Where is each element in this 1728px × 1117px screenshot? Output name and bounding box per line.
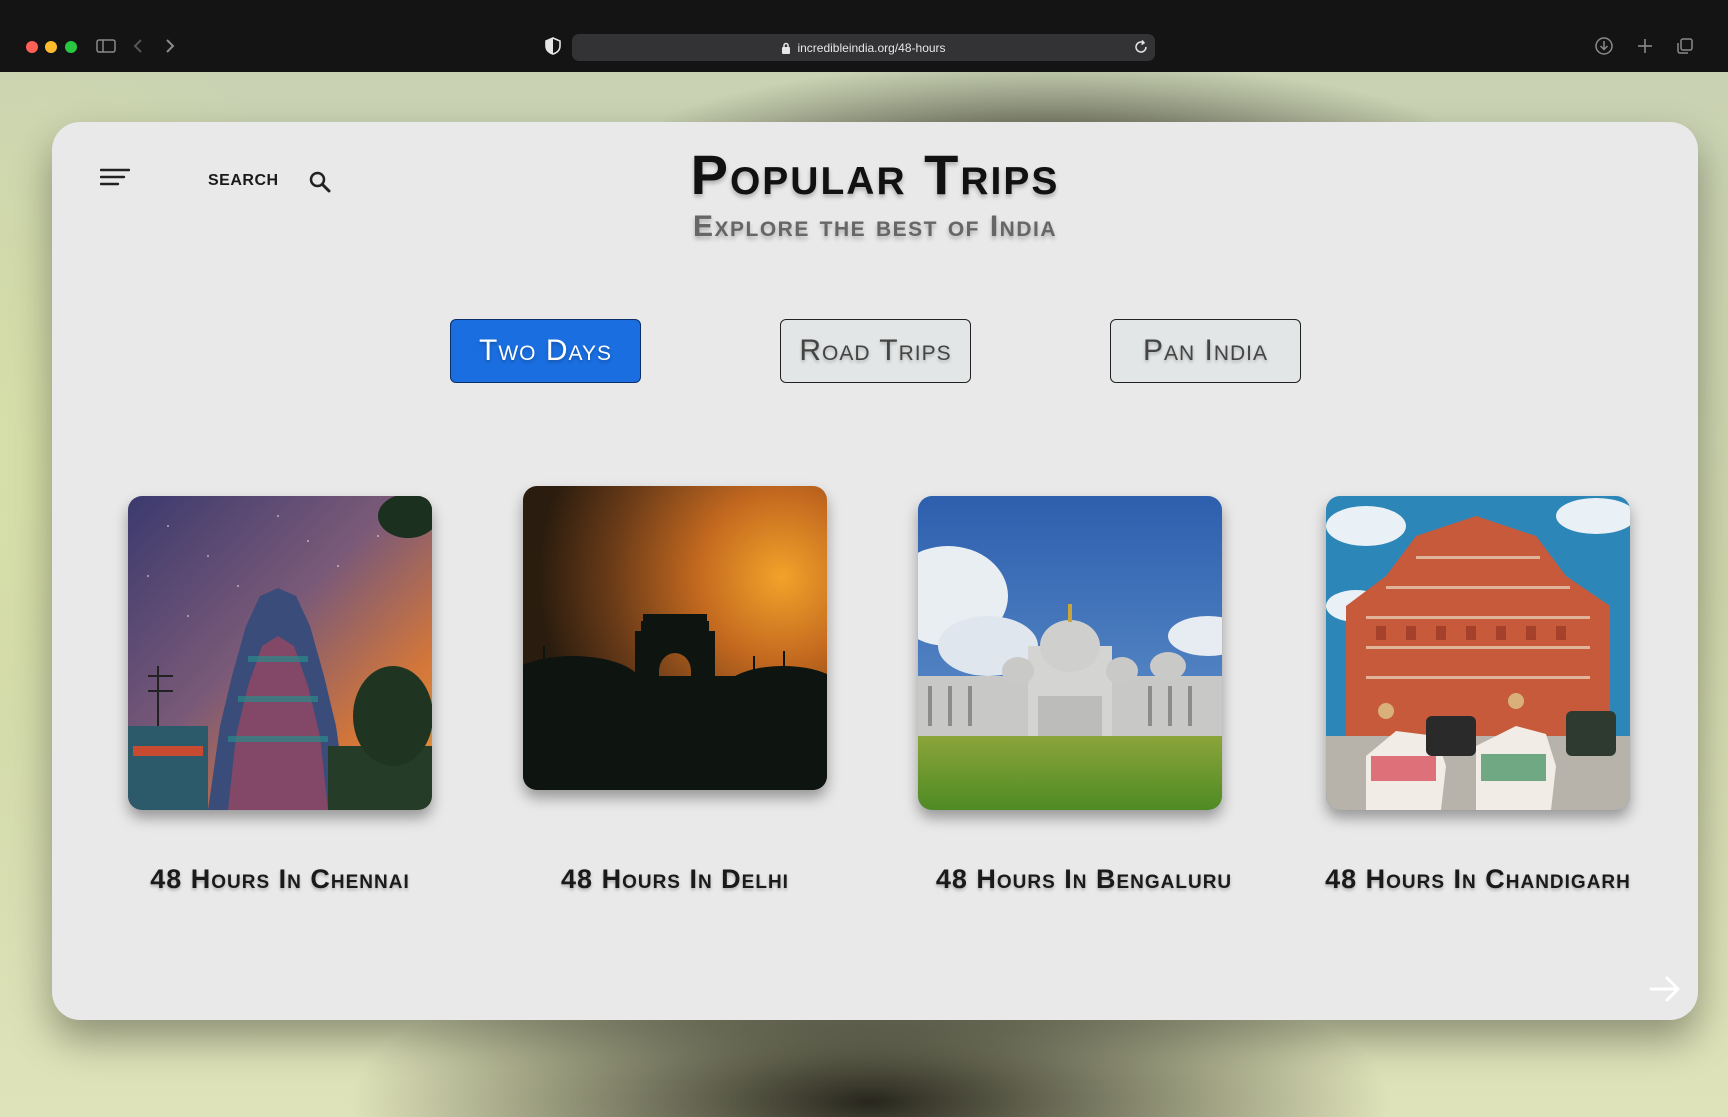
sidebar-toggle-icon[interactable] xyxy=(94,34,118,58)
trip-card-chandigarh[interactable]: 48 Hours In Chandigarh xyxy=(1325,496,1630,894)
trip-caption-chandigarh[interactable]: 48 Hours In Chandigarh xyxy=(1266,864,1690,895)
trip-card-chennai[interactable]: 48 Hours In Chennai xyxy=(128,496,432,894)
india-gate-sunset-image[interactable] xyxy=(523,486,827,790)
minimize-window-button[interactable] xyxy=(45,41,57,53)
arrow-right-icon[interactable] xyxy=(1648,972,1682,1006)
trip-card-delhi[interactable]: 48 Hours In Delhi xyxy=(523,486,827,894)
reload-icon[interactable] xyxy=(1133,39,1149,58)
tab-overview-icon[interactable] xyxy=(1673,34,1697,58)
forward-icon[interactable] xyxy=(158,34,182,58)
back-icon[interactable] xyxy=(126,34,150,58)
trips-card: SEARCH Popular Trips Explore the best of… xyxy=(52,122,1698,1020)
page-subtitle: Explore the best of India xyxy=(692,210,1058,243)
address-bar[interactable]: incredibleindia.org/48-hours xyxy=(572,34,1155,61)
trip-card-bengaluru[interactable]: 48 Hours In Bengaluru xyxy=(918,496,1231,894)
vidhana-soudha-image[interactable] xyxy=(918,496,1222,810)
browser-toolbar: incredibleindia.org/48-hours xyxy=(0,0,1728,72)
trip-caption-chennai[interactable]: 48 Hours In Chennai xyxy=(68,864,492,895)
chennai-temple-image[interactable] xyxy=(128,496,432,810)
privacy-shield-icon[interactable] xyxy=(541,34,565,58)
downloads-icon[interactable] xyxy=(1592,34,1616,58)
trip-caption-bengaluru[interactable]: 48 Hours In Bengaluru xyxy=(872,864,1296,895)
tab-pan-india[interactable]: Pan India xyxy=(1110,319,1301,383)
tab-road-trips[interactable]: Road Trips xyxy=(780,319,971,383)
page-title: Popular Trips xyxy=(690,143,1060,206)
new-tab-icon[interactable] xyxy=(1633,34,1657,58)
tab-two-days[interactable]: Two Days xyxy=(450,319,641,383)
lock-icon xyxy=(781,42,791,54)
hawa-mahal-image[interactable] xyxy=(1326,496,1630,810)
zoom-window-button[interactable] xyxy=(65,41,77,53)
close-window-button[interactable] xyxy=(26,41,38,53)
url-text: incredibleindia.org/48-hours xyxy=(797,40,946,55)
trip-caption-delhi[interactable]: 48 Hours In Delhi xyxy=(463,864,887,895)
